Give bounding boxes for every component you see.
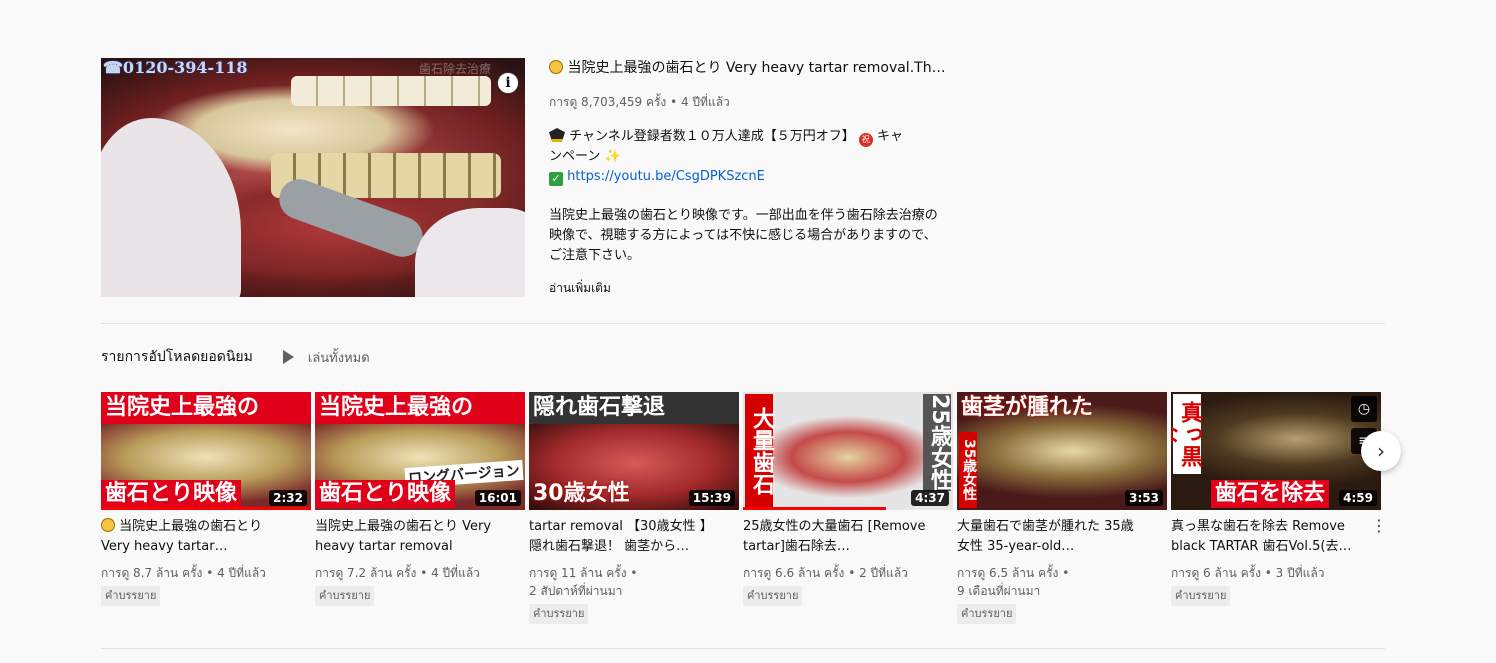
watch-progress-bar — [743, 507, 886, 510]
more-actions-icon[interactable]: ⋮ — [1371, 515, 1387, 537]
video-meta-line: การดู 6 ล้าน ครั้ง • 3 ปีที่แล้ว — [1171, 566, 1325, 580]
thumbnail-caption: 真っ黒な — [1171, 394, 1202, 474]
play-all-label: เล่นทั้งหมด — [307, 350, 370, 366]
duration-badge: 15:39 — [688, 490, 735, 506]
video-card[interactable]: 当院史上最強の 歯石とり映像 2:32 当院史上最強の歯石とり Very hea… — [101, 392, 311, 606]
duration-badge: 3:53 — [1125, 490, 1163, 506]
thumbnail-art — [101, 118, 241, 297]
video-shelf: 当院史上最強の 歯石とり映像 2:32 当院史上最強の歯石とり Very hea… — [101, 392, 1391, 632]
crest-emoji-icon — [549, 128, 565, 142]
sparkle-emoji-icon: ✨ — [604, 149, 621, 164]
desc-line-2: ンペーン — [549, 149, 601, 164]
thumbnail-caption: 25歳女性 — [923, 394, 952, 491]
watch-later-icon[interactable]: ◷ — [1351, 396, 1377, 422]
video-meta-line: 9 เดือนที่ผ่านมา — [957, 584, 1041, 598]
video-meta: การดู 6 ล้าน ครั้ง • 3 ปีที่แล้ว คำบรรยา… — [1171, 564, 1361, 606]
thumbnail-caption: 当院史上最強の — [315, 392, 525, 424]
description-link[interactable]: https://youtu.be/CsgDPKSzcnE — [567, 169, 765, 184]
video-thumbnail[interactable]: 当院史上最強の 歯石とり映像 2:32 — [101, 392, 311, 510]
featured-title-text: 当院史上最強の歯石とり Very heavy tartar removal.Th… — [567, 60, 947, 76]
captions-badge: คำบรรยาย — [1171, 586, 1231, 606]
captions-badge: คำบรรยาย — [743, 586, 803, 606]
featured-thumbnail[interactable]: ☎0120-394-118 歯石除去治療 i — [101, 58, 525, 297]
shelf-header: รายการอัปโหลดยอดนิยม เล่นทั้งหมด — [101, 346, 370, 368]
video-card[interactable]: 真っ黒な 歯石を除去 4:59 ◷ ≡ 真っ黒な歯石を除去 Remove bla… — [1171, 392, 1387, 606]
thumbnail-caption: 歯石を除去 — [1211, 480, 1330, 508]
featured-video: ☎0120-394-118 歯石除去治療 i 当院史上最強の歯石とり Very … — [101, 58, 951, 298]
check-emoji-icon: ✓ — [549, 172, 563, 186]
video-meta: การดู 7.2 ล้าน ครั้ง • 4 ปีที่แล้ว คำบรร… — [315, 564, 505, 606]
thumbnail-art — [415, 208, 525, 297]
video-meta-line: การดู 6.6 ล้าน ครั้ง • 2 ปีที่แล้ว — [743, 566, 908, 580]
video-meta-line: การดู 11 ล้าน ครั้ง • — [529, 566, 638, 580]
desc-line-1b: キャ — [877, 129, 904, 144]
captions-badge: คำบรรยาย — [529, 604, 589, 624]
desc-paragraph: 当院史上最強の歯石とり映像です。一部出血を伴う歯石除去治療の映像で、視聴する方に… — [549, 208, 938, 263]
video-card[interactable]: 歯茎が腫れた 35歳女性 3:53 大量歯石で歯茎が腫れた 35歳女性 35-y… — [957, 392, 1167, 624]
badge-emoji-icon: 祝 — [858, 133, 873, 147]
captions-badge: คำบรรยาย — [101, 586, 161, 606]
next-arrow-button[interactable]: › — [1361, 431, 1401, 471]
shelf-title: รายการอัปโหลดยอดนิยม — [101, 349, 253, 365]
duration-badge: 16:01 — [474, 490, 521, 506]
read-more-link[interactable]: อ่านเพิ่มเติม — [549, 279, 949, 298]
captions-badge: คำบรรยาย — [957, 604, 1017, 624]
video-title-text: 当院史上最強の歯石とり Very heavy tartar… — [101, 519, 263, 554]
duration-badge: 4:59 — [1339, 490, 1377, 506]
thumbnail-watermark: 歯石除去治療 — [419, 62, 492, 76]
video-meta: การดู 6.5 ล้าน ครั้ง • 9 เดือนที่ผ่านมา … — [957, 564, 1147, 624]
duration-badge: 2:32 — [269, 490, 307, 506]
video-meta: การดู 8.7 ล้าน ครั้ง • 4 ปีที่แล้ว คำบรร… — [101, 564, 291, 606]
play-all-button[interactable]: เล่นทั้งหมด — [282, 347, 370, 368]
video-title[interactable]: 大量歯石で歯茎が腫れた 35歳女性 35-year-old… — [957, 517, 1142, 557]
desc-line-1: チャンネル登録者数１０万人達成【５万円オフ】 — [569, 129, 855, 144]
featured-meta: การดู 8,703,459 ครั้ง • 4 ปีที่แล้ว — [549, 95, 730, 109]
thumbnail-caption: 隠れ歯石撃退 — [529, 392, 739, 424]
video-card[interactable]: 隠れ歯石撃退 30歳女性 15:39 tartar removal 【30歳女性… — [529, 392, 739, 624]
video-meta-line: การดู 8.7 ล้าน ครั้ง • 4 ปีที่แล้ว — [101, 566, 266, 580]
featured-description: チャンネル登録者数１０万人達成【５万円オフ】 祝 キャ ンペーン ✨ ✓ htt… — [549, 127, 949, 266]
video-title[interactable]: 25歳女性の大量歯石 [Remove tartar]歯石除去… — [743, 517, 928, 557]
video-meta-line: การดู 7.2 ล้าน ครั้ง • 4 ปีที่แล้ว — [315, 566, 480, 580]
thumbnail-caption: 当院史上最強の — [101, 392, 311, 424]
video-meta: การดู 6.6 ล้าน ครั้ง • 2 ปีที่แล้ว คำบรร… — [743, 564, 933, 606]
video-thumbnail[interactable]: 真っ黒な 歯石を除去 4:59 ◷ ≡ — [1171, 392, 1381, 510]
info-icon[interactable]: i — [497, 72, 519, 94]
duration-badge: 4:37 — [911, 490, 949, 506]
captions-badge: คำบรรยาย — [315, 586, 375, 606]
video-meta: การดู 11 ล้าน ครั้ง • 2 สัปดาห์ที่ผ่านมา… — [529, 564, 719, 624]
face-emoji-icon — [549, 60, 563, 74]
thumbnail-caption: 35歳女性 — [959, 432, 977, 508]
featured-title[interactable]: 当院史上最強の歯石とり Very heavy tartar removal.Th… — [549, 58, 947, 78]
video-card[interactable]: 大量歯石 25歳女性 4:37 25歳女性の大量歯石 [Remove tarta… — [743, 392, 953, 606]
featured-info: 当院史上最強の歯石とり Very heavy tartar removal.Th… — [549, 58, 949, 298]
video-thumbnail[interactable]: 大量歯石 25歳女性 4:37 — [743, 392, 953, 510]
watch-progress-bar — [101, 507, 311, 510]
video-meta-line: 2 สัปดาห์ที่ผ่านมา — [529, 584, 623, 598]
thumbnail-caption: 大量歯石 — [745, 394, 774, 508]
face-emoji-icon — [101, 518, 115, 532]
divider — [101, 323, 1385, 324]
thumbnail-art — [291, 76, 491, 106]
divider — [101, 648, 1385, 649]
video-meta-line: การดู 6.5 ล้าน ครั้ง • — [957, 566, 1070, 580]
video-thumbnail[interactable]: 隠れ歯石撃退 30歳女性 15:39 — [529, 392, 739, 510]
thumbnail-caption: 歯石とり映像 — [101, 480, 242, 508]
video-title[interactable]: tartar removal 【30歳女性 】隠れ歯石撃退！ 歯茎から… — [529, 517, 714, 557]
play-icon — [282, 350, 294, 364]
video-title[interactable]: 当院史上最強の歯石とり Very heavy tartar removal [L… — [315, 517, 500, 557]
video-thumbnail[interactable]: 歯茎が腫れた 35歳女性 3:53 — [957, 392, 1167, 510]
video-title[interactable]: 当院史上最強の歯石とり Very heavy tartar… — [101, 517, 286, 557]
thumbnail-caption: 30歳女性 — [533, 481, 630, 506]
thumbnail-caption: 歯石とり映像 — [315, 480, 456, 508]
thumbnail-caption: 歯茎が腫れた — [961, 395, 1094, 420]
video-title[interactable]: 真っ黒な歯石を除去 Remove black TARTAR 歯石Vol.5(去… — [1171, 517, 1356, 557]
chevron-right-icon: › — [1377, 439, 1385, 463]
video-card[interactable]: 当院史上最強の ロングバージョン 歯石とり映像 16:01 当院史上最強の歯石と… — [315, 392, 525, 606]
video-thumbnail[interactable]: 当院史上最強の ロングバージョン 歯石とり映像 16:01 — [315, 392, 525, 510]
thumbnail-phone-text: ☎0120-394-118 — [103, 58, 248, 77]
